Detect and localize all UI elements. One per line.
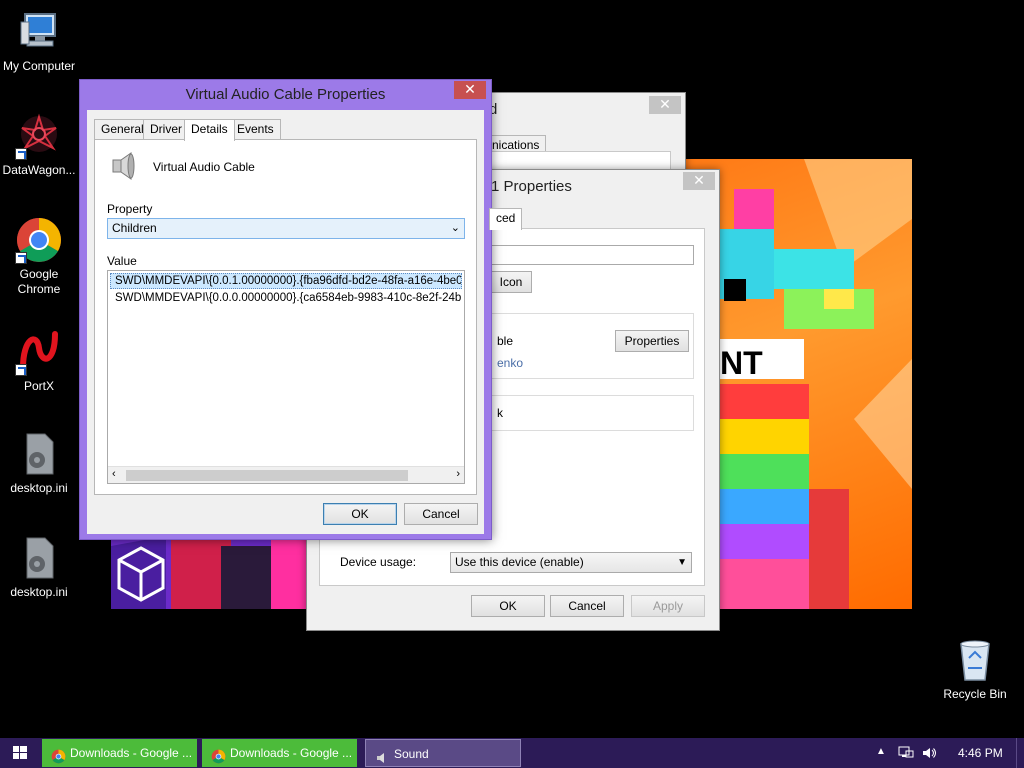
recycle-bin-icon (951, 636, 999, 684)
chevron-right-icon[interactable]: › (456, 468, 460, 480)
volume-icon[interactable] (922, 745, 938, 761)
show-desktop-button[interactable] (1016, 738, 1024, 768)
sound-window-panel (485, 151, 671, 171)
desktop-icon-label: PortX (23, 379, 54, 393)
property-select[interactable]: Children ⌄ (107, 218, 465, 239)
taskbar-item-label: Downloads - Google ... (230, 746, 353, 760)
vac-properties-dialog[interactable]: Virtual Audio Cable Properties ✕ General… (79, 79, 492, 540)
change-icon-button[interactable]: Icon (490, 271, 532, 293)
tab-driver[interactable]: Driver (143, 119, 189, 139)
taskbar-item-downloads-2[interactable]: Downloads - Google ... (202, 739, 357, 767)
chrome-icon (51, 746, 66, 764)
controller-label: ble (497, 334, 514, 348)
apply-button[interactable]: Apply (631, 595, 705, 617)
computer-icon (15, 8, 63, 56)
cancel-button[interactable]: Cancel (404, 503, 478, 525)
svg-text:NT: NT (720, 345, 763, 381)
scrollbar-thumb[interactable] (126, 470, 408, 481)
list-item[interactable]: SWD\MMDEVAPI\{0.0.0.00000000}.{ca6584eb-… (110, 290, 462, 306)
value-label: Value (107, 254, 137, 268)
speaker-icon (375, 747, 389, 763)
desktop-icon-google-chrome[interactable]: Google Chrome (0, 216, 78, 297)
windows-logo-icon (13, 746, 27, 759)
chevron-left-icon[interactable]: ‹ (112, 468, 116, 480)
wallpaper-art-left (111, 536, 311, 609)
jack-info-label: k (497, 406, 503, 420)
desktop-icon-my-computer[interactable]: My Computer (0, 8, 78, 74)
desktop-icon-label: Google Chrome (17, 267, 61, 296)
manufacturer-link[interactable]: enko (497, 356, 523, 370)
desktop-icon-label: desktop.ini (10, 585, 68, 599)
desktop-icon-desktop-ini-2[interactable]: desktop.ini (0, 534, 78, 600)
desktop-icon-label: DataWagon... (2, 163, 76, 177)
property-select-value: Children (112, 221, 157, 235)
speaker-icon (107, 150, 139, 182)
shortcut-arrow-icon (15, 252, 27, 264)
datawagon-icon (15, 112, 63, 160)
close-icon[interactable]: ✕ (454, 81, 486, 99)
device-usage-value: Use this device (enable) (455, 555, 584, 569)
chrome-icon (15, 216, 63, 264)
portx-icon (15, 328, 63, 376)
taskbar-item-downloads-1[interactable]: Downloads - Google ... (42, 739, 197, 767)
desktop-icon-label: desktop.ini (10, 481, 68, 495)
tab-events[interactable]: Events (230, 119, 281, 139)
device-usage-label: Device usage: (340, 555, 417, 569)
list-item[interactable]: SWD\MMDEVAPI\{0.0.1.00000000}.{fba96dfd-… (110, 273, 462, 289)
tab-advanced[interactable]: ced (489, 208, 523, 230)
desktop-icon-datawagon[interactable]: DataWagon... (0, 112, 78, 178)
taskbar-item-sound[interactable]: Sound (365, 739, 521, 767)
device-name-label: Virtual Audio Cable (153, 160, 255, 174)
vac-dialog-title: Virtual Audio Cable Properties (185, 86, 386, 103)
device-properties-title: 1 Properties (491, 178, 572, 195)
start-button[interactable] (0, 738, 40, 768)
settings-file-icon (15, 430, 63, 478)
desktop-icon-portx[interactable]: PortX (0, 328, 78, 394)
horizontal-scrollbar[interactable]: ‹ › (108, 466, 464, 483)
details-tab-panel: Virtual Audio Cable Property Children ⌄ … (94, 139, 477, 495)
shortcut-arrow-icon (15, 148, 27, 160)
close-icon[interactable]: ✕ (649, 96, 681, 114)
device-name-input[interactable] (490, 245, 694, 265)
shortcut-arrow-icon (15, 364, 27, 376)
value-list[interactable]: SWD\MMDEVAPI\{0.0.1.00000000}.{fba96dfd-… (107, 270, 465, 484)
ok-button[interactable]: OK (323, 503, 397, 525)
device-usage-select[interactable]: Use this device (enable) ▼ (450, 552, 692, 573)
taskbar-item-label: Downloads - Google ... (70, 746, 193, 760)
tab-details[interactable]: Details (184, 119, 235, 141)
taskbar-clock[interactable]: 4:46 PM (958, 746, 1003, 760)
chevron-down-icon: ▼ (677, 557, 687, 568)
close-icon[interactable]: ✕ (683, 172, 715, 190)
desktop-icon-recycle-bin[interactable]: Recycle Bin (936, 636, 1014, 702)
settings-file-icon (15, 534, 63, 582)
chrome-icon (211, 746, 226, 764)
taskbar: Downloads - Google ... Downloads - Googl… (0, 738, 1024, 768)
show-hidden-icons-chevron-icon[interactable]: ▲ (876, 746, 886, 757)
vac-dialog-body: General Driver Details Events Virtual Au… (87, 110, 484, 534)
property-label: Property (107, 202, 153, 216)
controller-properties-button[interactable]: Properties (615, 330, 689, 352)
taskbar-item-label: Sound (394, 747, 429, 761)
ok-button[interactable]: OK (471, 595, 545, 617)
chevron-down-icon: ⌄ (450, 222, 460, 234)
network-icon[interactable] (898, 745, 914, 761)
cancel-button[interactable]: Cancel (550, 595, 624, 617)
desktop-icon-label: Recycle Bin (943, 687, 1007, 701)
desktop-icon-label: My Computer (2, 59, 76, 73)
desktop-icon-desktop-ini-1[interactable]: desktop.ini (0, 430, 78, 496)
